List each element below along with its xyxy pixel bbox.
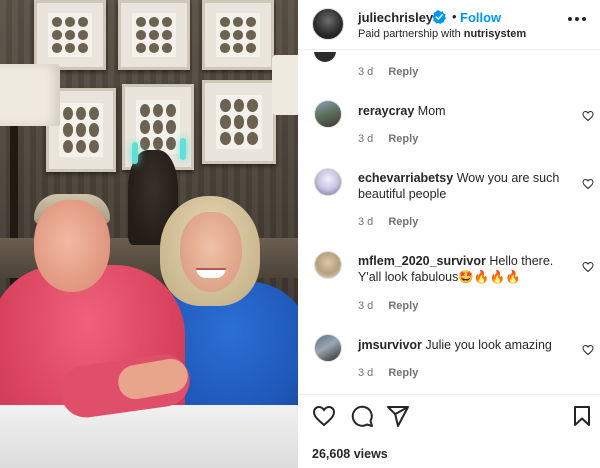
comment-meta: 3 d Reply xyxy=(358,133,418,145)
follow-button[interactable]: Follow xyxy=(460,10,501,25)
post-sidebar: juliechrisley • Follow Paid partnership … xyxy=(298,0,600,468)
comment-body: echevarriabetsy Wow you are such beautif… xyxy=(358,170,564,202)
desk xyxy=(0,405,298,468)
heart-icon[interactable] xyxy=(582,110,594,122)
comment-avatar[interactable] xyxy=(314,334,342,362)
comment-time: 3 d xyxy=(358,66,374,78)
comment-avatar[interactable] xyxy=(314,168,342,196)
reply-button[interactable]: Reply xyxy=(388,367,418,379)
action-bar xyxy=(298,404,600,434)
comment-meta: 3 d Reply xyxy=(358,367,418,379)
glow-light xyxy=(180,138,186,160)
partner-link[interactable]: nutrisystem xyxy=(464,28,526,40)
comment-time: 3 d xyxy=(358,133,374,145)
woman-face xyxy=(180,212,242,292)
comment-avatar[interactable] xyxy=(314,100,342,128)
reply-button[interactable]: Reply xyxy=(388,133,418,145)
reply-button[interactable]: Reply xyxy=(388,66,418,78)
heart-icon[interactable] xyxy=(582,261,594,273)
comment-time: 3 d xyxy=(358,216,374,228)
comment-avatar[interactable] xyxy=(314,251,342,279)
comment-body: jmsurvivor Julie you look amazing xyxy=(358,337,564,353)
comment-username[interactable]: mflem_2020_survivor xyxy=(358,254,486,268)
action-divider xyxy=(298,394,600,395)
comment-text: Mom xyxy=(417,104,446,118)
wall-art-frame xyxy=(202,80,276,164)
comment-username[interactable]: jmsurvivor xyxy=(358,338,422,352)
post-media[interactable] xyxy=(0,0,298,468)
glow-light xyxy=(132,142,138,164)
heart-icon[interactable] xyxy=(582,344,594,356)
comment-username[interactable]: echevarriabetsy xyxy=(358,171,453,185)
comment-body: reraycray Mom xyxy=(358,103,564,119)
lamp-shade-right xyxy=(272,55,298,115)
reply-button[interactable]: Reply xyxy=(388,300,418,312)
comment-body: mflem_2020_survivor Hello there. Y'all l… xyxy=(358,253,564,285)
partnership-prefix: Paid partnership with xyxy=(358,28,461,40)
wall-art-frame xyxy=(34,0,106,70)
post-header: juliechrisley • Follow Paid partnership … xyxy=(298,0,600,50)
bookmark-icon[interactable] xyxy=(570,404,594,428)
comment-time: 3 d xyxy=(358,300,374,312)
verified-badge-icon xyxy=(432,10,446,24)
comment-time: 3 d xyxy=(358,367,374,379)
lamp-shade xyxy=(0,64,60,126)
wall-art-frame xyxy=(202,0,274,70)
comment-avatar[interactable] xyxy=(314,52,336,62)
view-count: 26,608 views xyxy=(312,447,388,461)
comment-icon[interactable] xyxy=(350,404,374,428)
share-icon[interactable] xyxy=(386,404,410,428)
header-separator: • xyxy=(452,9,457,24)
comment-meta: 3 d Reply xyxy=(358,66,418,78)
comment-text: Julie you look amazing xyxy=(425,338,552,352)
wall-art-frame xyxy=(118,0,190,70)
comment-meta: 3 d Reply xyxy=(358,300,418,312)
author-avatar[interactable] xyxy=(312,8,344,40)
author-username[interactable]: juliechrisley xyxy=(358,10,433,25)
more-options-icon[interactable] xyxy=(566,10,588,28)
comment-meta: 3 d Reply xyxy=(358,216,418,228)
heart-icon[interactable] xyxy=(312,404,336,428)
man-face xyxy=(34,200,110,292)
reply-button[interactable]: Reply xyxy=(388,216,418,228)
heart-icon[interactable] xyxy=(582,178,594,190)
comment-username[interactable]: reraycray xyxy=(358,104,414,118)
partnership-line: Paid partnership with nutrisystem xyxy=(358,28,526,40)
